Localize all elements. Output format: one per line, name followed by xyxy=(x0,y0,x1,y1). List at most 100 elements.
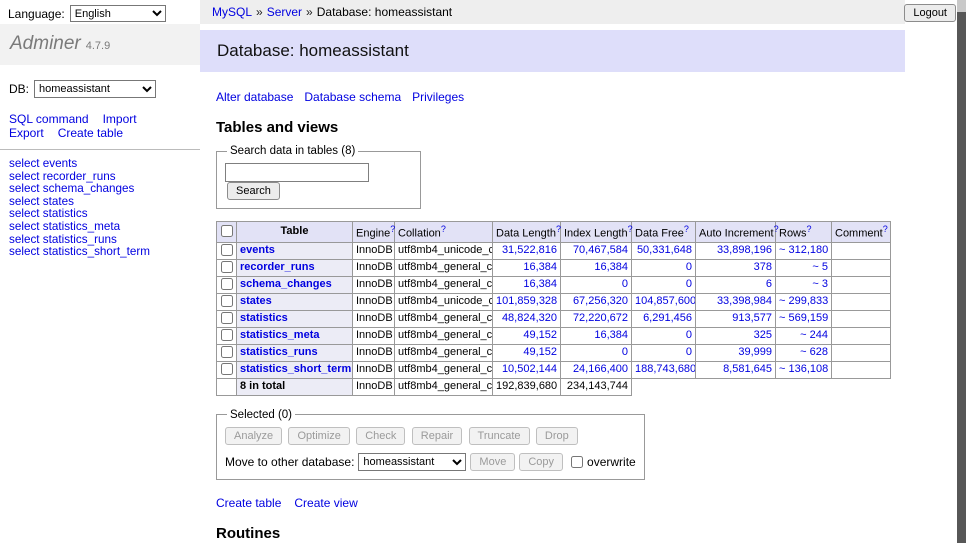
comment-help-link[interactable]: ? xyxy=(883,224,888,234)
table-link-statistics-runs[interactable]: statistics_runs xyxy=(240,346,318,358)
row-checkbox[interactable] xyxy=(221,312,233,324)
truncate-button[interactable]: Truncate xyxy=(469,427,530,445)
data-free-link[interactable]: 104,857,600 xyxy=(635,295,696,307)
auto-increment-help-link[interactable]: ? xyxy=(774,224,779,234)
move-db-select[interactable]: homeassistant xyxy=(358,453,466,471)
copy-button[interactable]: Copy xyxy=(519,453,563,471)
engine-help-link[interactable]: ? xyxy=(390,224,395,234)
scroll-up-arrow[interactable] xyxy=(957,0,966,12)
data-length-link[interactable]: 49,152 xyxy=(523,329,557,341)
data-free-link[interactable]: 188,743,680 xyxy=(635,363,696,375)
create-table-link[interactable]: Create table xyxy=(216,496,281,510)
export-link[interactable]: Export xyxy=(9,126,44,140)
breadcrumb-server-link[interactable]: Server xyxy=(267,5,302,19)
auto-increment-link[interactable]: 33,898,196 xyxy=(717,244,772,256)
index-length-link[interactable]: 16,384 xyxy=(594,261,628,273)
index-length-link[interactable]: 70,467,584 xyxy=(573,244,628,256)
rows-count-link[interactable]: ~ 136,108 xyxy=(779,363,828,375)
table-link-schema-changes[interactable]: schema_changes xyxy=(240,278,332,290)
data-length-link[interactable]: 16,384 xyxy=(523,278,557,290)
data-length-link[interactable]: 16,384 xyxy=(523,261,557,273)
data-free-link[interactable]: 0 xyxy=(686,329,692,341)
index-length-link[interactable]: 0 xyxy=(622,346,628,358)
repair-button[interactable]: Repair xyxy=(412,427,462,445)
create-table-sidebar-link[interactable]: Create table xyxy=(58,126,123,140)
privileges-link[interactable]: Privileges xyxy=(412,90,464,104)
table-link-events[interactable]: events xyxy=(240,244,275,256)
data-length-link[interactable]: 31,522,816 xyxy=(502,244,557,256)
index-length-link[interactable]: 16,384 xyxy=(594,329,628,341)
search-input[interactable] xyxy=(225,163,369,182)
auto-increment-link[interactable]: 8,581,645 xyxy=(723,363,772,375)
table-link-statistics-short-term[interactable]: statistics_short_term xyxy=(240,363,351,375)
select-all-checkbox[interactable] xyxy=(221,225,233,237)
overwrite-label[interactable]: overwrite xyxy=(587,455,636,469)
data-length-link[interactable]: 49,152 xyxy=(523,346,557,358)
rows-count-link[interactable]: ~ 312,180 xyxy=(779,244,828,256)
optimize-button[interactable]: Optimize xyxy=(288,427,349,445)
table-link-states[interactable]: states xyxy=(240,295,272,307)
check-button[interactable]: Check xyxy=(356,427,405,445)
collation-help-link[interactable]: ? xyxy=(441,224,446,234)
row-checkbox[interactable] xyxy=(221,329,233,341)
move-button[interactable]: Move xyxy=(470,453,515,471)
row-checkbox[interactable] xyxy=(221,363,233,375)
row-checkbox[interactable] xyxy=(221,261,233,273)
sidebar-item-select-schema-changes[interactable]: select schema_changes xyxy=(9,183,200,196)
data-free-help-link[interactable]: ? xyxy=(684,224,689,234)
alter-database-link[interactable]: Alter database xyxy=(216,90,293,104)
row-checkbox[interactable] xyxy=(221,346,233,358)
auto-increment-link[interactable]: 39,999 xyxy=(738,346,772,358)
analyze-button[interactable]: Analyze xyxy=(225,427,282,445)
sql-command-link[interactable]: SQL command xyxy=(9,112,89,126)
index-length-link[interactable]: 0 xyxy=(622,278,628,290)
rows-help-link[interactable]: ? xyxy=(807,224,812,234)
drop-button[interactable]: Drop xyxy=(536,427,578,445)
auto-increment-link[interactable]: 33,398,984 xyxy=(717,295,772,307)
table-link-recorder-runs[interactable]: recorder_runs xyxy=(240,261,315,273)
index-length-link[interactable]: 24,166,400 xyxy=(573,363,628,375)
overwrite-checkbox[interactable] xyxy=(571,456,583,468)
row-checkbox[interactable] xyxy=(221,278,233,290)
sidebar-item-select-events[interactable]: select events xyxy=(9,158,200,171)
auto-increment-link[interactable]: 325 xyxy=(754,329,772,341)
table-link-statistics-meta[interactable]: statistics_meta xyxy=(240,329,320,341)
scrollbar-thumb[interactable] xyxy=(957,12,966,543)
data-length-link[interactable]: 10,502,144 xyxy=(502,363,557,375)
data-length-link[interactable]: 48,824,320 xyxy=(502,312,557,324)
data-length-help-link[interactable]: ? xyxy=(556,224,561,234)
rows-count-link[interactable]: ~ 244 xyxy=(800,329,828,341)
data-length-link[interactable]: 101,859,328 xyxy=(496,295,557,307)
row-checkbox[interactable] xyxy=(221,244,233,256)
create-view-link[interactable]: Create view xyxy=(294,496,357,510)
sidebar-item-select-statistics-short-term[interactable]: select statistics_short_term xyxy=(9,246,200,259)
language-select[interactable]: English xyxy=(70,5,166,22)
search-button[interactable]: Search xyxy=(227,182,280,200)
index-length-link[interactable]: 72,220,672 xyxy=(573,312,628,324)
index-length-link[interactable]: 67,256,320 xyxy=(573,295,628,307)
auto-increment-link[interactable]: 913,577 xyxy=(732,312,772,324)
table-link-statistics[interactable]: statistics xyxy=(240,312,288,324)
row-checkbox[interactable] xyxy=(221,295,233,307)
db-select[interactable]: homeassistant xyxy=(34,80,156,98)
rows-count-link[interactable]: ~ 5 xyxy=(812,261,828,273)
data-free-link[interactable]: 50,331,648 xyxy=(637,244,692,256)
auto-increment-link[interactable]: 6 xyxy=(766,278,772,290)
import-link[interactable]: Import xyxy=(103,112,137,126)
rows-count-link[interactable]: ~ 569,159 xyxy=(779,312,828,324)
data-free-link[interactable]: 6,291,456 xyxy=(643,312,692,324)
data-free-link[interactable]: 0 xyxy=(686,261,692,273)
sidebar-item-select-statistics-meta[interactable]: select statistics_meta xyxy=(9,221,200,234)
index-length-help-link[interactable]: ? xyxy=(628,224,633,234)
collation-cell: utf8mb4_general_ci xyxy=(395,259,493,276)
database-schema-link[interactable]: Database schema xyxy=(304,90,401,104)
data-free-link[interactable]: 0 xyxy=(686,346,692,358)
breadcrumb-mysql-link[interactable]: MySQL xyxy=(212,5,252,19)
auto-increment-link[interactable]: 378 xyxy=(754,261,772,273)
rows-count-link[interactable]: ~ 299,833 xyxy=(779,295,828,307)
scrollbar[interactable] xyxy=(957,0,966,543)
data-free-link[interactable]: 0 xyxy=(686,278,692,290)
logout-button[interactable]: Logout xyxy=(904,4,956,22)
rows-count-link[interactable]: ~ 628 xyxy=(800,346,828,358)
rows-count-link[interactable]: ~ 3 xyxy=(812,278,828,290)
